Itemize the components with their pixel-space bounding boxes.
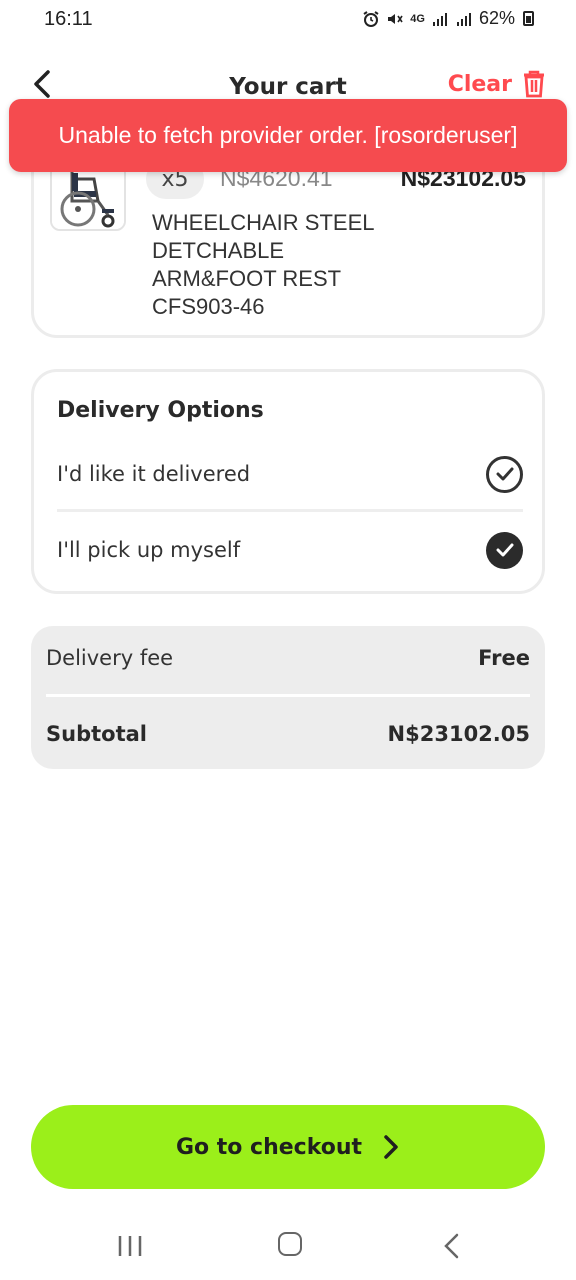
trash-icon bbox=[524, 70, 544, 98]
status-time: 16:11 bbox=[44, 8, 93, 30]
product-image[interactable] bbox=[50, 163, 126, 231]
clear-cart-button[interactable]: Clear bbox=[448, 70, 546, 98]
network-type: 4G bbox=[410, 12, 425, 25]
option-delivered[interactable]: I'd like it delivered bbox=[57, 449, 523, 499]
product-name: WHEELCHAIR STEEL DETCHABLE ARM&FOOT REST… bbox=[152, 210, 374, 319]
subtotal-value: N$23102.05 bbox=[387, 722, 530, 746]
toast-message: Unable to fetch provider order. [rosorde… bbox=[58, 122, 518, 148]
battery-icon bbox=[523, 11, 534, 26]
delivery-options-title: Delivery Options bbox=[57, 398, 264, 423]
recent-apps-icon[interactable] bbox=[117, 1234, 143, 1258]
signal-icon bbox=[432, 12, 447, 26]
battery-percent: 62% bbox=[478, 8, 515, 28]
subtotal-row: Subtotal N$23102.05 bbox=[46, 722, 530, 746]
back-nav-icon[interactable] bbox=[442, 1232, 462, 1260]
clear-label: Clear bbox=[447, 71, 512, 97]
order-summary: Delivery fee Free Subtotal N$23102.05 bbox=[31, 626, 545, 769]
subtotal-label: Subtotal bbox=[46, 722, 147, 746]
option-label: I'd like it delivered bbox=[57, 462, 251, 486]
signal-icon-2 bbox=[456, 12, 471, 26]
check-circle-outline-icon[interactable] bbox=[486, 455, 523, 493]
wheelchair-icon bbox=[52, 165, 124, 229]
error-toast: Unable to fetch provider order. [rosorde… bbox=[9, 99, 567, 172]
option-divider bbox=[57, 509, 523, 512]
delivery-fee-label: Delivery fee bbox=[46, 646, 174, 670]
option-label: I'll pick up myself bbox=[57, 538, 241, 562]
status-icons: 4G 62% bbox=[362, 8, 534, 29]
delivery-fee-row: Delivery fee Free bbox=[46, 646, 530, 670]
chevron-right-icon bbox=[384, 1135, 398, 1159]
delivery-options-card: Delivery Options I'd like it delivered I… bbox=[31, 369, 545, 594]
summary-divider bbox=[46, 694, 530, 697]
check-circle-filled-icon[interactable] bbox=[486, 531, 523, 569]
mute-icon bbox=[388, 13, 403, 24]
option-pickup[interactable]: I'll pick up myself bbox=[57, 525, 523, 575]
status-bar: 16:11 4G 62% bbox=[0, 0, 576, 44]
system-nav-bar bbox=[0, 1216, 576, 1280]
alarm-icon bbox=[363, 10, 379, 27]
delivery-fee-value: Free bbox=[478, 646, 530, 670]
checkout-button[interactable]: Go to checkout bbox=[31, 1105, 545, 1189]
home-icon[interactable] bbox=[278, 1232, 302, 1256]
checkout-label: Go to checkout bbox=[175, 1134, 363, 1160]
